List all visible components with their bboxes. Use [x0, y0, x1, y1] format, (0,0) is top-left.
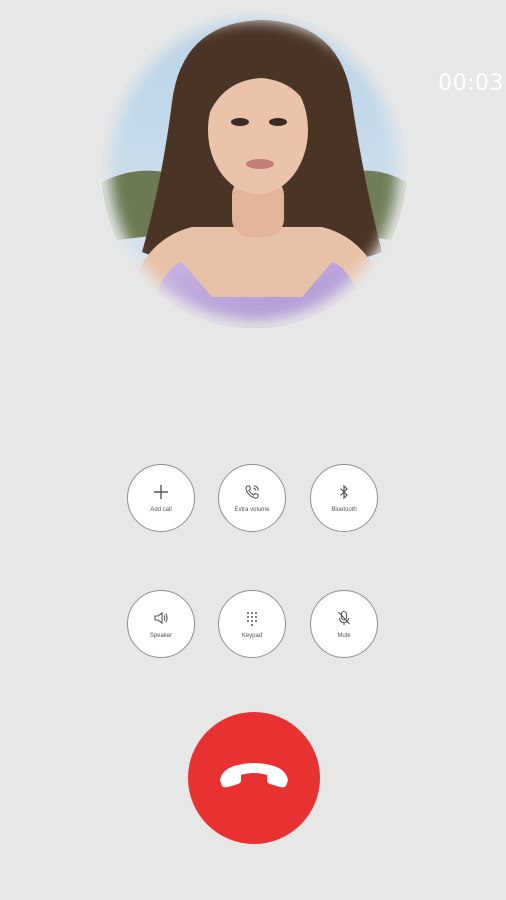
end-call-button[interactable] — [188, 712, 320, 844]
bluetooth-label: Bluetooth — [331, 507, 357, 513]
extra-volume-label: Extra volume — [234, 507, 270, 513]
plus-icon — [152, 483, 170, 501]
mute-label: Mute — [337, 633, 351, 639]
add-call-button[interactable]: Add call — [127, 464, 195, 532]
bluetooth-icon — [335, 483, 353, 501]
speaker-button[interactable]: Speaker — [127, 590, 195, 658]
caller-avatar — [102, 12, 406, 328]
keypad-label: Keypad — [241, 633, 263, 639]
speaker-label: Speaker — [149, 633, 173, 639]
phone-volume-icon — [243, 483, 261, 501]
mute-button[interactable]: Mute — [310, 590, 378, 658]
keypad-button[interactable]: Keypad — [218, 590, 286, 658]
call-timer: 00:03 — [438, 71, 504, 96]
speaker-icon — [152, 609, 170, 627]
add-call-label: Add call — [150, 507, 172, 513]
keypad-icon — [243, 609, 261, 627]
extra-volume-button[interactable]: Extra volume — [218, 464, 286, 532]
mic-off-icon — [335, 609, 353, 627]
end-call-icon — [214, 758, 294, 799]
caller-photo — [102, 12, 406, 328]
bluetooth-button[interactable]: Bluetooth — [310, 464, 378, 532]
